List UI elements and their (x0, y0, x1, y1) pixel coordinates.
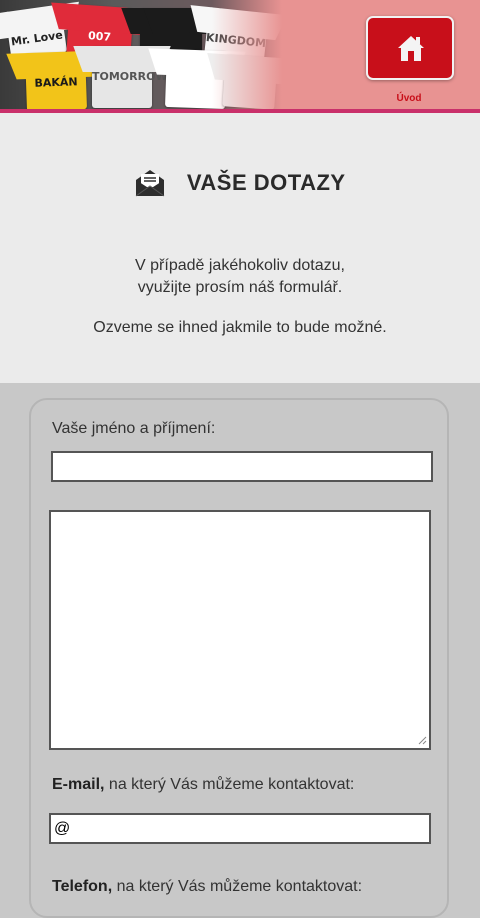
page-title: VAŠE DOTAZY (186, 170, 346, 195)
envelope-icon (136, 170, 165, 197)
resize-handle-icon[interactable] (417, 735, 427, 745)
info-line-3: Ozveme se ihned jakmile to bude možné. (93, 319, 387, 336)
email-label-bold: E-mail, (52, 776, 105, 793)
home-label[interactable]: Úvod (366, 93, 452, 104)
name-label: Vaše jméno a příjmení: (52, 420, 216, 437)
house-icon (398, 36, 424, 61)
home-nav[interactable]: Úvod (366, 16, 454, 104)
t-shirt-image: TOMORROW (73, 46, 171, 108)
phone-label-rest: na který Vás můžeme kontaktovat: (112, 878, 363, 895)
email-label-rest: na který Vás můžeme kontaktovat: (104, 776, 355, 793)
banner-image: Mr. Love007KINGDOMBAKÁNTOMORROW (0, 0, 282, 109)
phone-label-bold: Telefon, (52, 878, 113, 895)
email-label: E-mail, na který Vás můžeme kontaktovat: (52, 776, 354, 794)
message-textarea[interactable] (49, 510, 431, 750)
home-button[interactable] (366, 16, 454, 80)
sleeve (6, 52, 39, 80)
info-line-1: V případě jakéhokoliv dotazu, (135, 257, 345, 274)
t-shirt-print: TOMORROW (92, 70, 168, 83)
email-input[interactable] (49, 813, 431, 844)
phone-label: Telefon, na který Vás můžeme kontaktovat… (52, 878, 362, 896)
header: Mr. Love007KINGDOMBAKÁNTOMORROW Úvod (0, 0, 480, 113)
info-text: V případě jakéhokoliv dotazu, využijte p… (0, 255, 480, 299)
info-line-2: využijte prosím náš formulář. (137, 279, 343, 296)
t-shirt-print: BAKÁN (34, 75, 78, 90)
contact-info-section: VAŠE DOTAZY V případě jakéhokoliv dotazu… (0, 113, 480, 383)
title-row: VAŠE DOTAZY (0, 169, 480, 197)
name-input[interactable] (51, 451, 433, 482)
banner-fade (212, 0, 282, 109)
